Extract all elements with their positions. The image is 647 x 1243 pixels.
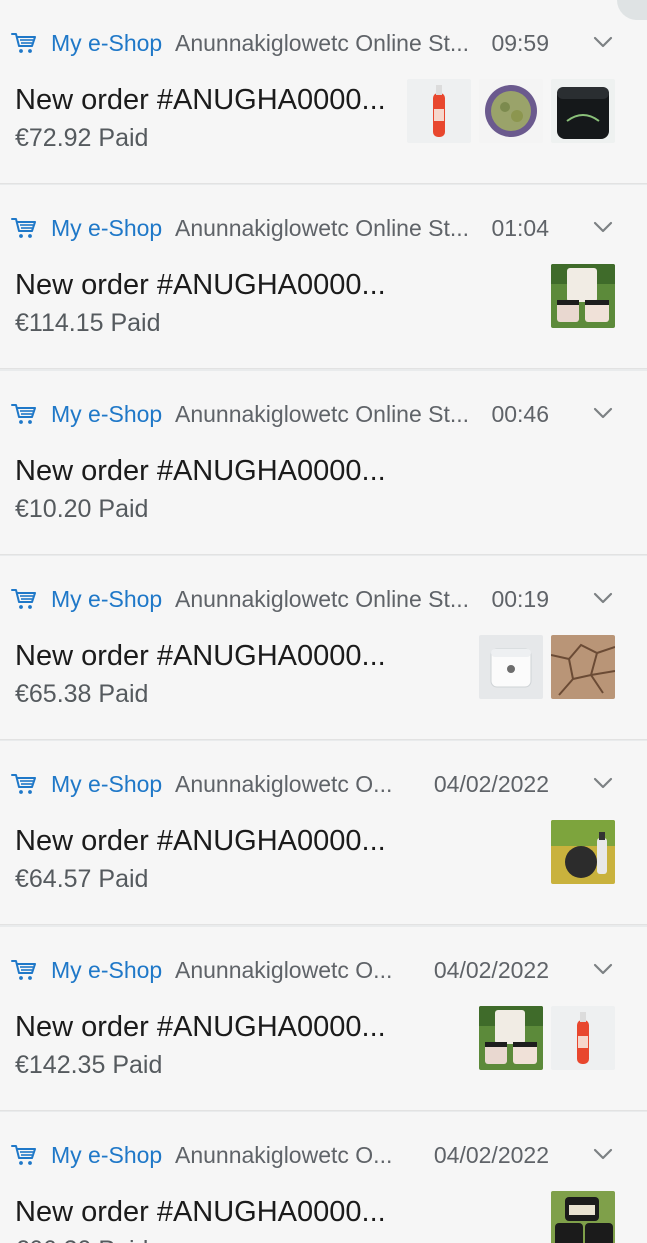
black-jar-image [551, 79, 615, 143]
order-title: New order #ANUGHA0000... [15, 269, 386, 302]
shopping-cart-icon [11, 33, 36, 53]
jars-in-garden-image [479, 1005, 543, 1070]
order-amount: €66.30 Paid [15, 1236, 148, 1243]
product-thumbnails [479, 634, 615, 699]
notification-source: Anunnakiglowetc Online St... [175, 400, 470, 427]
order-amount: €64.57 Paid [15, 865, 149, 894]
app-name: My e-Shop [51, 585, 163, 612]
red-spray-bottle-image [407, 79, 471, 143]
notification-card-2[interactable]: My e-Shop Anunnakiglowetc Online St... 0… [0, 185, 647, 370]
notification-card-4[interactable]: My e-Shop Anunnakiglowetc Online St... 0… [0, 555, 647, 740]
order-title: New order #ANUGHA0000... [15, 825, 386, 858]
order-title: New order #ANUGHA0000... [15, 1195, 386, 1228]
chevron-down-icon[interactable] [592, 962, 614, 976]
product-thumbnails [551, 1190, 615, 1243]
notification-time: 00:46 [491, 400, 549, 427]
notification-source: Anunnakiglowetc O... [175, 1141, 393, 1168]
notification-source: Anunnakiglowetc Online St... [175, 30, 470, 56]
notification-header: My e-Shop Anunnakiglowetc Online St... 0… [0, 0, 647, 60]
jars-in-garden-image [551, 264, 615, 329]
order-amount: €65.38 Paid [15, 679, 149, 708]
app-name: My e-Shop [51, 30, 163, 56]
chevron-down-icon[interactable] [592, 406, 614, 420]
order-amount: €142.35 Paid [15, 1050, 163, 1079]
shopping-cart-icon [11, 588, 36, 609]
notification-card-3[interactable]: My e-Shop Anunnakiglowetc Online St... 0… [0, 370, 647, 555]
chevron-down-icon[interactable] [592, 1147, 614, 1161]
product-thumbnails [407, 79, 615, 143]
chevron-down-icon[interactable] [592, 776, 614, 790]
soap-and-bottle-image [551, 820, 615, 885]
notification-card-6[interactable]: My e-Shop Anunnakiglowetc O... 04/02/202… [0, 926, 647, 1111]
notification-time: 04/02/2022 [433, 1141, 549, 1168]
notification-time: 04/02/2022 [433, 956, 549, 983]
order-title: New order #ANUGHA0000... [15, 639, 386, 672]
shopping-cart-icon [11, 774, 36, 795]
order-amount: €10.20 Paid [15, 494, 149, 523]
order-amount: €114.15 Paid [15, 309, 161, 338]
order-title: New order #ANUGHA0000... [15, 84, 386, 116]
notification-source: Anunnakiglowetc Online St... [175, 585, 470, 612]
app-name: My e-Shop [51, 400, 163, 427]
notification-header: My e-Shop Anunnakiglowetc Online St... 0… [0, 371, 647, 431]
red-spray-bottle-image [551, 1005, 615, 1070]
chevron-down-icon[interactable] [592, 35, 614, 49]
shopping-cart-icon [11, 218, 36, 239]
order-amount: €72.92 Paid [15, 124, 149, 152]
notification-source: Anunnakiglowetc O... [175, 956, 393, 983]
notification-source: Anunnakiglowetc O... [175, 771, 393, 798]
app-name: My e-Shop [51, 956, 163, 983]
notification-time: 04/02/2022 [433, 771, 549, 798]
notification-time: 09:59 [491, 30, 549, 56]
notification-header: My e-Shop Anunnakiglowetc O... 04/02/202… [0, 1112, 647, 1172]
notification-time: 01:04 [491, 215, 549, 242]
app-name: My e-Shop [51, 771, 163, 798]
notification-card-5[interactable]: My e-Shop Anunnakiglowetc O... 04/02/202… [0, 741, 647, 926]
notification-header: My e-Shop Anunnakiglowetc O... 04/02/202… [0, 927, 647, 987]
notification-card-1[interactable]: My e-Shop Anunnakiglowetc Online St... 0… [0, 0, 647, 184]
notification-header: My e-Shop Anunnakiglowetc O... 04/02/202… [0, 741, 647, 801]
notification-header: My e-Shop Anunnakiglowetc Online St... 0… [0, 556, 647, 616]
shopping-cart-icon [11, 403, 36, 424]
shopping-cart-icon [11, 1144, 36, 1165]
order-title: New order #ANUGHA0000... [15, 454, 386, 487]
notification-list: My e-Shop Anunnakiglowetc Online St... 0… [0, 0, 647, 1243]
chevron-down-icon[interactable] [592, 591, 614, 605]
product-thumbnails [479, 1005, 615, 1070]
white-jar-image [479, 634, 543, 699]
product-thumbnails [551, 820, 615, 885]
notification-header: My e-Shop Anunnakiglowetc Online St... 0… [0, 185, 647, 245]
notification-source: Anunnakiglowetc Online St... [175, 215, 470, 242]
herbal-jar-image [479, 79, 543, 143]
product-thumbnails [551, 264, 615, 329]
notification-card-7[interactable]: My e-Shop Anunnakiglowetc O... 04/02/202… [0, 1111, 647, 1243]
order-title: New order #ANUGHA0000... [15, 1010, 386, 1043]
chevron-down-icon[interactable] [592, 220, 614, 234]
cracked-earth-image [551, 634, 615, 699]
stacked-jars-image [551, 1190, 615, 1243]
notification-time: 00:19 [491, 585, 549, 612]
app-name: My e-Shop [51, 1141, 163, 1168]
app-name: My e-Shop [51, 215, 163, 242]
shopping-cart-icon [11, 959, 36, 980]
